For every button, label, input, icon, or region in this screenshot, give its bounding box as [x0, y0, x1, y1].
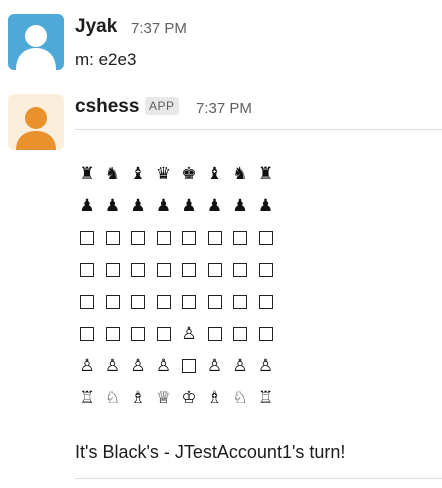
empty-square	[101, 226, 125, 250]
bottom-divider	[75, 478, 442, 479]
chess-piece: ♟	[104, 195, 121, 216]
board-row	[75, 254, 279, 286]
empty-square	[126, 258, 150, 282]
chess-piece: ♗	[206, 387, 223, 408]
empty-square	[254, 226, 278, 250]
empty-square	[228, 258, 252, 282]
empty-square	[75, 226, 99, 250]
empty-square	[101, 322, 125, 346]
bot-avatar[interactable]	[8, 94, 64, 150]
board-row: ♜ ♞ ♝ ♛ ♚ ♝ ♞ ♜	[75, 158, 279, 190]
empty-square	[126, 290, 150, 314]
empty-square	[75, 322, 99, 346]
empty-square	[177, 226, 201, 250]
chess-piece: ♙	[130, 355, 146, 376]
empty-square	[177, 258, 201, 282]
author-name[interactable]: Jyak	[75, 16, 117, 38]
empty-square	[152, 226, 176, 250]
empty-square	[228, 226, 252, 250]
chess-piece: ♙	[232, 355, 248, 376]
empty-square	[101, 290, 125, 314]
chess-piece: ♘	[232, 387, 248, 408]
board-row: ♖ ♘ ♗ ♕ ♔ ♗ ♘ ♖	[75, 382, 279, 414]
chess-piece: ♞	[104, 163, 121, 184]
chess-piece: ♟	[232, 195, 248, 216]
chess-piece: ♙	[79, 355, 95, 376]
user-avatar[interactable]	[8, 14, 64, 70]
chess-piece: ♝	[130, 163, 146, 184]
chess-piece: ♟	[257, 195, 274, 216]
board-row: ♙ ♙ ♙ ♙ ♙ ♙ ♙	[75, 350, 279, 382]
message-divider	[75, 129, 442, 130]
empty-square	[228, 290, 252, 314]
empty-square	[228, 322, 252, 346]
message-jyak: Jyak 7:37 PM m: e2e3	[0, 0, 442, 80]
chess-piece: ♛	[155, 163, 172, 184]
chess-piece: ♔	[181, 387, 197, 408]
timestamp[interactable]: 7:37 PM	[131, 20, 187, 37]
chess-piece: ♕	[155, 387, 172, 408]
empty-square	[126, 226, 150, 250]
chess-piece: ♟	[155, 195, 172, 216]
empty-square	[203, 322, 227, 346]
chess-piece: ♟	[130, 195, 146, 216]
empty-square	[203, 226, 227, 250]
empty-square	[152, 290, 176, 314]
chess-piece: ♟	[206, 195, 223, 216]
message-text: m: e2e3	[75, 50, 137, 69]
chess-piece: ♙	[181, 323, 197, 344]
empty-square	[203, 290, 227, 314]
board-row: ♙	[75, 318, 279, 350]
empty-square	[254, 290, 278, 314]
empty-square	[177, 354, 201, 378]
chess-piece: ♟	[79, 195, 95, 216]
empty-square	[101, 258, 125, 282]
board-row: ♟ ♟ ♟ ♟ ♟ ♟ ♟ ♟	[75, 190, 279, 222]
author-name[interactable]: cshess	[75, 96, 139, 118]
empty-square	[75, 290, 99, 314]
timestamp[interactable]: 7:37 PM	[196, 100, 252, 117]
empty-square	[203, 258, 227, 282]
chess-piece: ♗	[130, 387, 146, 408]
empty-square	[152, 258, 176, 282]
chess-piece: ♜	[79, 163, 95, 184]
empty-square	[126, 322, 150, 346]
chess-piece: ♖	[257, 387, 274, 408]
chess-piece: ♙	[206, 355, 223, 376]
empty-square	[75, 258, 99, 282]
board-row	[75, 222, 279, 254]
chess-piece: ♙	[257, 355, 274, 376]
app-badge: APP	[145, 97, 179, 115]
chess-piece: ♟	[181, 195, 197, 216]
chess-piece: ♜	[257, 163, 274, 184]
chess-piece: ♘	[104, 387, 121, 408]
chess-piece: ♞	[232, 163, 248, 184]
empty-square	[254, 258, 278, 282]
chess-board: ♜ ♞ ♝ ♛ ♚ ♝ ♞ ♜ ♟ ♟ ♟ ♟ ♟ ♟ ♟ ♟ ♙ ♙ ♙ ♙ ♙ ♙ ♙ ♙ ♖ ♘ ♗ ♕ ♔ ♗ ♘ ♖	[75, 158, 279, 414]
chess-piece: ♙	[104, 355, 121, 376]
chess-piece: ♚	[181, 163, 197, 184]
empty-square	[254, 322, 278, 346]
turn-status-text: It's Black's - JTestAccount1's turn!	[75, 442, 346, 462]
chess-piece: ♙	[155, 355, 172, 376]
board-row	[75, 286, 279, 318]
chess-piece: ♖	[79, 387, 95, 408]
empty-square	[177, 290, 201, 314]
chess-piece: ♝	[206, 163, 223, 184]
empty-square	[152, 322, 176, 346]
